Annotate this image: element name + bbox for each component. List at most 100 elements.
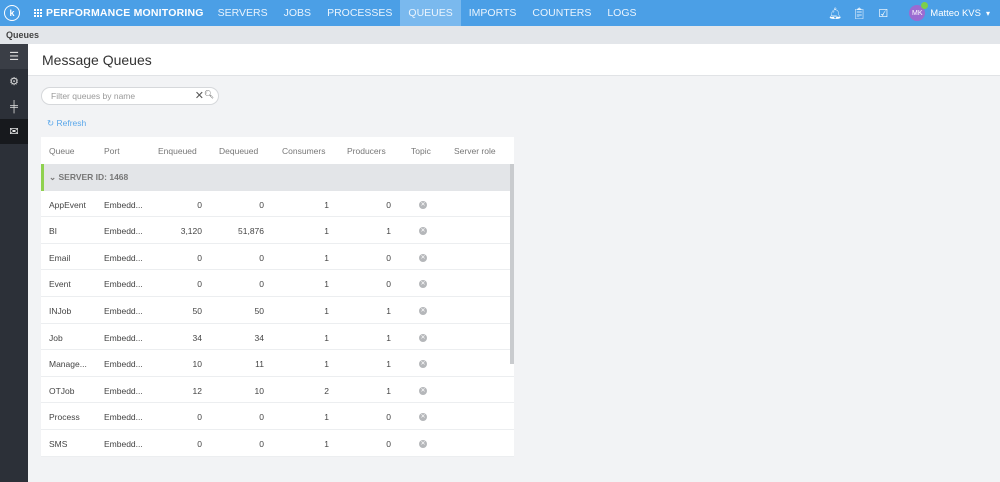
cell-enqueued: 10 [192,359,202,370]
cell-queue: AppEvent [49,199,86,210]
cell-port: Embedd... [104,199,143,210]
col-dequeued[interactable]: Dequeued [219,146,258,156]
search-input[interactable]: Filter queues by name ✕ 🔍︎ [41,87,219,105]
bell-icon[interactable]: 🔔︎ [823,7,847,20]
nav-logs[interactable]: LOGS [599,0,644,26]
refresh-icon: ↻ [47,118,55,128]
brand[interactable]: PERFORMANCE MONITORING [34,7,204,19]
table-row[interactable]: Email Embedd... 0 0 1 0 ✕ [41,244,514,271]
cell-producers: 0 [386,252,391,263]
col-port[interactable]: Port [104,146,120,156]
topic-false-icon: ✕ [419,333,427,342]
cell-queue: Event [49,279,71,290]
table-row[interactable]: AppEvent Embedd... 0 0 1 0 ✕ [41,191,514,218]
col-server-role[interactable]: Server role [454,146,496,156]
table-row[interactable]: OTJob Embedd... 12 10 2 1 ✕ [41,377,514,404]
nav-counters[interactable]: COUNTERS [524,0,599,26]
cell-dequeued: 0 [259,438,264,449]
chevron-down-icon: ⌄ [49,171,57,182]
nav-imports[interactable]: IMPORTS [461,0,525,26]
cell-port: Embedd... [104,226,143,237]
col-queue[interactable]: Queue [49,146,75,156]
menu-icon[interactable]: ☰ [0,44,28,69]
refresh-label: Refresh [56,118,87,128]
cell-queue: Job [49,332,63,343]
cell-queue: Email [49,252,71,263]
cell-queue: Process [49,412,80,423]
cell-consumers: 1 [324,226,329,237]
cell-consumers: 1 [324,305,329,316]
cell-dequeued: 0 [259,412,264,423]
col-producers[interactable]: Producers [347,146,386,156]
cell-producers: 0 [386,412,391,423]
cell-producers: 1 [386,332,391,343]
topic-false-icon: ✕ [419,227,427,236]
cell-producers: 1 [386,305,391,316]
cell-producers: 0 [386,438,391,449]
nav-jobs[interactable]: JOBS [276,0,319,26]
search-placeholder: Filter queues by name [51,91,136,101]
table-row[interactable]: Process Embedd... 0 0 1 0 ✕ [41,403,514,430]
cell-consumers: 1 [324,199,329,210]
cell-dequeued: 34 [254,332,264,343]
cell-enqueued: 12 [192,385,202,396]
cell-consumers: 1 [324,252,329,263]
topic-false-icon: ✕ [419,253,427,262]
table-row[interactable]: INJob Embedd... 50 50 1 1 ✕ [41,297,514,324]
clipboard-clock-icon[interactable]: 📋︎ [847,7,871,20]
col-topic[interactable]: Topic [411,146,431,156]
cell-dequeued: 50 [254,305,264,316]
nav-processes[interactable]: PROCESSES [319,0,400,26]
cell-consumers: 1 [324,438,329,449]
cell-enqueued: 0 [197,279,202,290]
group-row[interactable]: ⌄ SERVER ID: 1468 [41,163,514,191]
queues-table: Queue Port Enqueued Dequeued Consumers P… [41,137,514,457]
cell-consumers: 1 [324,279,329,290]
col-consumers[interactable]: Consumers [282,146,325,156]
cell-dequeued: 0 [259,199,264,210]
cell-producers: 1 [386,359,391,370]
cell-enqueued: 3,120 [180,226,202,237]
topic-false-icon: ✕ [419,360,427,369]
cell-consumers: 1 [324,359,329,370]
cell-enqueued: 50 [192,305,202,316]
topic-false-icon: ✕ [419,413,427,422]
nav-queues[interactable]: QUEUES [400,0,461,26]
cell-dequeued: 11 [255,359,264,370]
table-row[interactable]: Job Embedd... 34 34 1 1 ✕ [41,324,514,351]
table-row[interactable]: Manage... Embedd... 10 11 1 1 ✕ [41,350,514,377]
brand-label: PERFORMANCE MONITORING [46,7,204,19]
refresh-button[interactable]: ↻ Refresh [47,118,86,129]
search-icon[interactable]: 🔍︎ [204,90,214,99]
avatar[interactable]: MK [909,2,929,21]
apps-grid-icon [34,9,42,17]
cell-producers: 1 [386,226,391,237]
user-name[interactable]: Matteo KVS [930,8,981,19]
topic-false-icon: ✕ [419,306,427,315]
breadcrumb: Queues [0,26,1000,44]
cell-dequeued: 0 [259,279,264,290]
gear-icon[interactable]: ⚙ [0,69,28,94]
table-row[interactable]: SMS Embedd... 0 0 1 0 ✕ [41,430,514,457]
table-row[interactable]: Event Embedd... 0 0 1 0 ✕ [41,270,514,297]
cell-consumers: 2 [324,385,329,396]
cell-enqueued: 0 [197,199,202,210]
table-row[interactable]: BI Embedd... 3,120 51,876 1 1 ✕ [41,217,514,244]
cell-queue: SMS [49,438,68,449]
col-enqueued[interactable]: Enqueued [158,146,197,156]
cell-enqueued: 0 [197,438,202,449]
clear-icon[interactable]: ✕ [195,89,204,102]
cell-producers: 0 [386,279,391,290]
topic-false-icon: ✕ [419,439,427,448]
cell-port: Embedd... [104,385,143,396]
envelope-icon[interactable]: ✉ [0,119,28,144]
top-nav: k PERFORMANCE MONITORING SERVERS JOBS PR… [0,0,1000,26]
nav-servers[interactable]: SERVERS [210,0,276,26]
chevron-down-icon[interactable]: ▾ [986,9,990,18]
barbell-icon[interactable]: ╪ [0,94,28,119]
cell-dequeued: 51,876 [238,226,264,237]
clipboard-check-icon[interactable]: ☑ [871,7,895,20]
topic-false-icon: ✕ [419,280,427,289]
app-logo[interactable]: k [4,5,20,21]
scrollbar[interactable] [510,164,514,364]
